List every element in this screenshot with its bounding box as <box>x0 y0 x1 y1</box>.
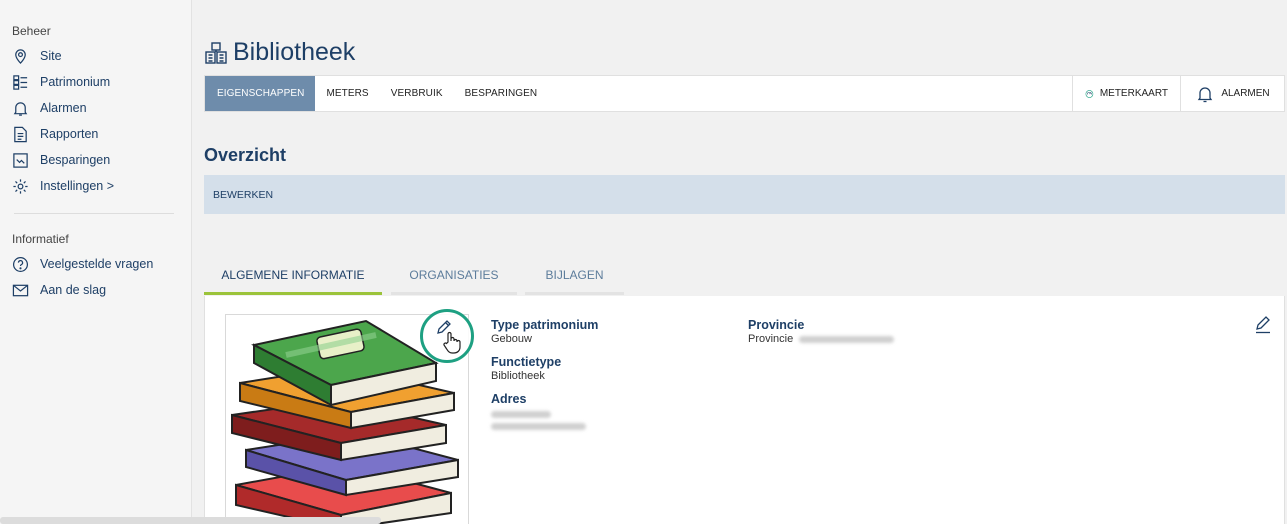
functietype-label: Functietype <box>491 355 562 369</box>
list-grid-icon <box>13 74 28 90</box>
location-pin-icon <box>15 48 26 64</box>
meterkaart-button[interactable]: METERKAART <box>1072 76 1180 111</box>
detail-subtabs: ALGEMENE INFORMATIE ORGANISATIES BIJLAGE… <box>204 255 624 295</box>
hand-cursor-icon <box>443 331 461 354</box>
sidebar-item-site[interactable]: Site <box>0 43 191 69</box>
sidebar-item-instellingen[interactable]: Instellingen > <box>0 173 191 199</box>
type-patrimonium-label: Type patrimonium <box>491 318 599 332</box>
sidebar-item-label: Instellingen > <box>40 179 115 193</box>
bell-icon <box>1198 86 1213 102</box>
sidebar-item-faq[interactable]: Veelgestelde vragen <box>0 251 191 277</box>
overview-title: Overzicht <box>204 145 287 165</box>
image-edit-highlight[interactable] <box>420 309 474 363</box>
page-title: Bibliotheek <box>204 38 355 67</box>
sidebar-item-label: Veelgestelde vragen <box>40 257 154 271</box>
document-icon <box>14 126 27 142</box>
page-title-text: Bibliotheek <box>233 38 356 66</box>
tab-meters[interactable]: METERS <box>315 76 379 111</box>
main-tabbar: EIGENSCHAPPEN METERS VERBRUIK BESPARINGE… <box>204 75 1285 112</box>
gauge-icon <box>1085 89 1094 98</box>
pencil-icon[interactable] <box>1254 316 1272 334</box>
tab-besparingen[interactable]: BESPARINGEN <box>454 76 549 111</box>
sidebar-item-label: Aan de slag <box>40 283 107 297</box>
alarmen-label: ALARMEN <box>1221 88 1270 99</box>
sidebar-item-patrimonium[interactable]: Patrimonium <box>0 69 191 95</box>
sidebar-item-aan-de-slag[interactable]: Aan de slag <box>0 277 191 303</box>
horizontal-scrollbar[interactable] <box>0 517 381 524</box>
subtab-bijlagen[interactable]: BIJLAGEN <box>525 255 624 295</box>
tab-spacer <box>548 76 1072 111</box>
type-patrimonium-value: Gebouw <box>491 333 532 345</box>
sidebar-heading-informatief: Informatief <box>12 232 69 246</box>
subtab-algemene-informatie[interactable]: ALGEMENE INFORMATIE <box>204 255 382 295</box>
subtab-organisaties[interactable]: ORGANISATIES <box>391 255 517 295</box>
sidebar-item-alarmen[interactable]: Alarmen <box>0 95 191 121</box>
envelope-icon <box>12 284 29 296</box>
tab-eigenschappen[interactable]: EIGENSCHAPPEN <box>205 76 316 111</box>
provincie-value: Provincie <box>748 333 895 345</box>
info-column-location: Provincie Provincie <box>748 318 895 355</box>
adres-label: Adres <box>491 392 527 406</box>
alarmen-button[interactable]: ALARMEN <box>1180 76 1284 111</box>
sidebar-item-label: Besparingen <box>40 153 111 167</box>
redacted-street <box>491 411 551 418</box>
sidebar-item-label: Alarmen <box>40 101 87 115</box>
sidebar-heading-beheer: Beheer <box>12 24 51 38</box>
tab-verbruik[interactable]: VERBRUIK <box>380 76 454 111</box>
sidebar-item-label: Site <box>40 49 62 63</box>
gear-icon <box>13 178 28 194</box>
meterkaart-label: METERKAART <box>1099 88 1168 99</box>
sidebar-divider <box>14 213 174 214</box>
bell-icon <box>13 101 28 116</box>
sidebar: Beheer Site Patrimonium Alarmen Rapporte… <box>0 0 192 524</box>
provincie-text: Provincie <box>748 333 794 345</box>
question-circle-icon <box>12 256 29 272</box>
functietype-value: Bibliotheek <box>491 370 545 382</box>
bewerken-button[interactable]: BEWERKEN <box>204 175 1285 214</box>
provincie-label: Provincie <box>748 318 805 332</box>
sidebar-item-label: Rapporten <box>40 127 99 141</box>
info-column-general: Type patrimonium Gebouw Functietype Bibl… <box>491 318 598 430</box>
savings-icon <box>13 152 28 168</box>
detail-panel: Type patrimonium Gebouw Functietype Bibl… <box>204 296 1285 524</box>
redacted-city <box>491 423 586 430</box>
sidebar-item-label: Patrimonium <box>40 75 111 89</box>
sidebar-item-besparingen[interactable]: Besparingen <box>0 147 191 173</box>
redacted-province <box>799 335 895 343</box>
sidebar-item-rapporten[interactable]: Rapporten <box>0 121 191 147</box>
adres-value-redacted <box>491 411 598 430</box>
building-icon <box>205 41 227 64</box>
